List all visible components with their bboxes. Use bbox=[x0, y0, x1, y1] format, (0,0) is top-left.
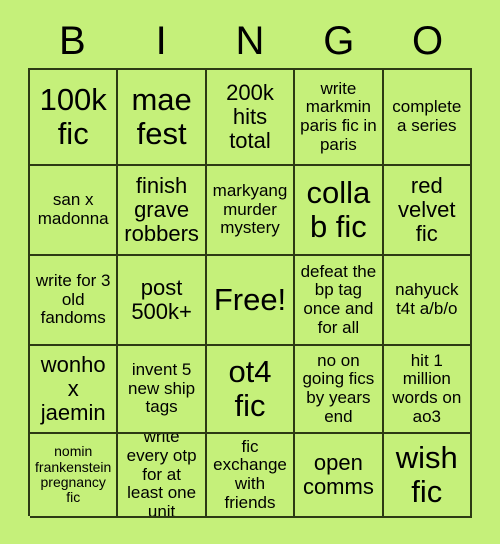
bingo-header-letter-o: O bbox=[412, 19, 444, 63]
bingo-cell-text: collab fic bbox=[306, 174, 371, 244]
bingo-cell-r1c5[interactable]: complete a series bbox=[383, 70, 472, 166]
bingo-header-letter-g: G bbox=[323, 19, 355, 63]
bingo-cell-r3c1[interactable]: write for 3 old fandoms bbox=[30, 256, 119, 346]
bingo-cell-r4c5[interactable]: hit 1 million words on ao3 bbox=[383, 346, 472, 434]
bingo-cell-r1c4[interactable]: write markmin paris fic in paris bbox=[295, 70, 384, 166]
bingo-cell-text: nomin frankenstein pregnancy fic bbox=[35, 443, 112, 506]
bingo-cell-r1c1[interactable]: 100k fic bbox=[30, 70, 119, 166]
bingo-cell-r3c4[interactable]: defeat the bp tag once and for all bbox=[295, 256, 384, 346]
bingo-cell-text: write for 3 old fandoms bbox=[35, 270, 111, 328]
bingo-header-letter-i: I bbox=[155, 19, 167, 63]
bingo-cell-text: no on going fics by years end bbox=[302, 350, 375, 426]
bingo-cell-text: post 500k+ bbox=[131, 274, 192, 324]
bingo-cell-text: complete a series bbox=[392, 97, 462, 135]
bingo-cell-r1c2[interactable]: mae fest bbox=[118, 70, 207, 166]
bingo-cell-text: 200k hits total bbox=[226, 79, 274, 154]
bingo-cell-text: hit 1 million words on ao3 bbox=[392, 350, 462, 426]
bingo-cell-r2c5[interactable]: red velvet fic bbox=[383, 166, 472, 256]
bingo-cell-r4c4[interactable]: no on going fics by years end bbox=[295, 346, 384, 434]
bingo-cell-text: open comms bbox=[302, 449, 374, 499]
bingo-cell-r5c5[interactable]: wish fic bbox=[383, 434, 472, 518]
bingo-cell-text: write markmin paris fic in paris bbox=[300, 78, 377, 154]
bingo-header-letter-n: N bbox=[235, 19, 265, 63]
bingo-cell-text: defeat the bp tag once and for all bbox=[300, 261, 377, 337]
bingo-cell-free-space[interactable]: Free! bbox=[206, 256, 296, 346]
bingo-cell-text: fic exchange with friends bbox=[213, 436, 287, 512]
bingo-cell-r2c4[interactable]: collab fic bbox=[295, 166, 384, 256]
bingo-cell-text: mae fest bbox=[131, 81, 192, 151]
bingo-cell-r4c3[interactable]: ot4 fic bbox=[206, 346, 296, 434]
bingo-cell-text: 100k fic bbox=[39, 81, 107, 151]
bingo-cell-text: wish fic bbox=[395, 439, 458, 509]
bingo-cell-r2c2[interactable]: finish grave robbers bbox=[118, 166, 207, 256]
bingo-card: B I N G O 100k fic mae fest 200k hits to… bbox=[0, 0, 500, 544]
bingo-header-letter-b: B bbox=[59, 19, 86, 63]
bingo-cell-text: markyang murder mystery bbox=[212, 180, 288, 238]
bingo-cell-text: finish grave robbers bbox=[124, 172, 199, 247]
bingo-cell-r5c4[interactable]: open comms bbox=[295, 434, 384, 518]
bingo-cell-r2c3[interactable]: markyang murder mystery bbox=[206, 166, 296, 256]
bingo-cell-r5c3[interactable]: fic exchange with friends bbox=[206, 434, 296, 518]
bingo-cell-r3c5[interactable]: nahyuck t4t a/b/o bbox=[383, 256, 472, 346]
bingo-cell-r5c1[interactable]: nomin frankenstein pregnancy fic bbox=[30, 434, 119, 518]
bingo-cell-text: write every otp for at least one unit bbox=[126, 434, 197, 518]
bingo-cell-r4c1[interactable]: wonho x jaemin bbox=[30, 346, 119, 434]
bingo-cell-r2c1[interactable]: san x madonna bbox=[30, 166, 119, 256]
bingo-cell-text: wonho x jaemin bbox=[40, 351, 106, 426]
bingo-cell-r1c3[interactable]: 200k hits total bbox=[206, 70, 296, 166]
bingo-cell-text: red velvet fic bbox=[398, 172, 456, 247]
bingo-cell-r5c2[interactable]: write every otp for at least one unit bbox=[118, 434, 207, 518]
bingo-cell-text: nahyuck t4t a/b/o bbox=[395, 280, 459, 318]
bingo-header: B I N G O bbox=[28, 14, 472, 68]
bingo-cell-text: invent 5 new ship tags bbox=[128, 359, 196, 417]
bingo-cell-text: san x madonna bbox=[37, 190, 109, 228]
bingo-cell-r3c2[interactable]: post 500k+ bbox=[118, 256, 207, 346]
bingo-cell-r4c2[interactable]: invent 5 new ship tags bbox=[118, 346, 207, 434]
bingo-cell-text: ot4 fic bbox=[228, 353, 272, 423]
bingo-cell-text: Free! bbox=[213, 281, 287, 317]
bingo-grid: 100k fic mae fest 200k hits total write … bbox=[28, 68, 472, 518]
